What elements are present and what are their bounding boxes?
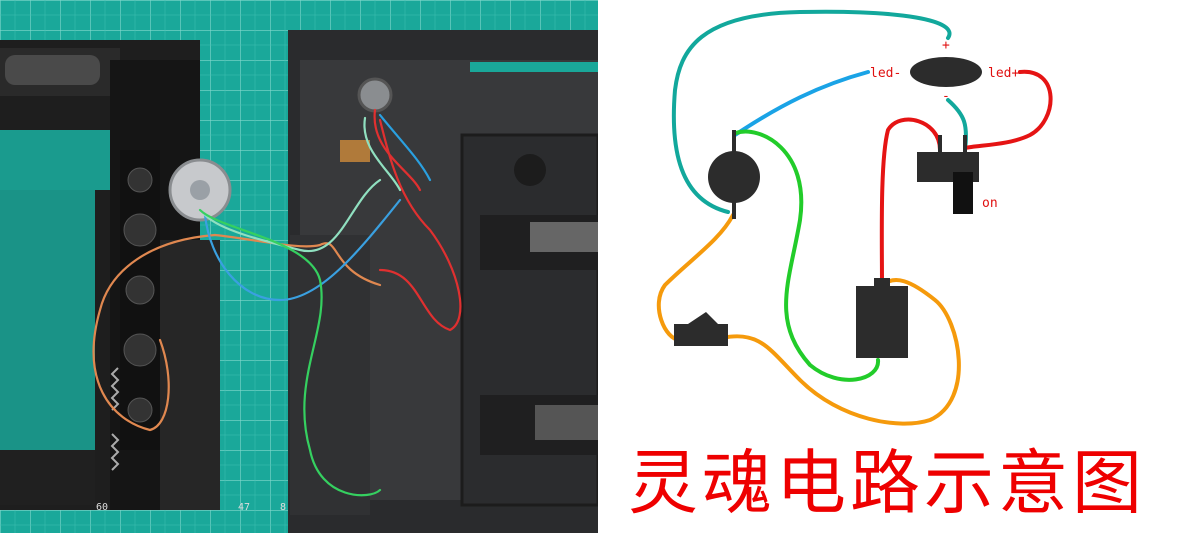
label-led-plus: led+ xyxy=(988,66,1019,81)
shutter-switch xyxy=(674,312,728,346)
label-minus: - xyxy=(942,89,950,104)
wire-red-battery xyxy=(879,117,942,287)
ruler-mark-2: 8 xyxy=(280,502,286,513)
wire-orange-right xyxy=(720,278,961,426)
figure: 47 8 60 led- led+ + - on 灵魂电路示意图 xyxy=(0,0,1200,533)
wire-red-led xyxy=(963,69,1053,150)
ruler-mark-3: 60 xyxy=(96,502,108,513)
wire-blue xyxy=(733,70,870,137)
camera-frame xyxy=(0,40,220,510)
led xyxy=(910,57,982,87)
label-on: on xyxy=(982,196,998,211)
ruler-mark-1: 47 xyxy=(238,502,250,513)
gear-train xyxy=(120,150,160,450)
diagram-title: 灵魂电路示意图 xyxy=(628,442,1146,524)
label-led-minus: led- xyxy=(870,66,901,81)
motor-symbol xyxy=(708,151,760,203)
battery xyxy=(856,278,908,358)
wiring-photo: 47 8 60 xyxy=(0,0,598,533)
motor-lead-top xyxy=(732,130,736,152)
motor-lead-bottom xyxy=(732,201,736,219)
label-plus: + xyxy=(942,38,950,53)
camera-back-panel xyxy=(288,30,598,533)
